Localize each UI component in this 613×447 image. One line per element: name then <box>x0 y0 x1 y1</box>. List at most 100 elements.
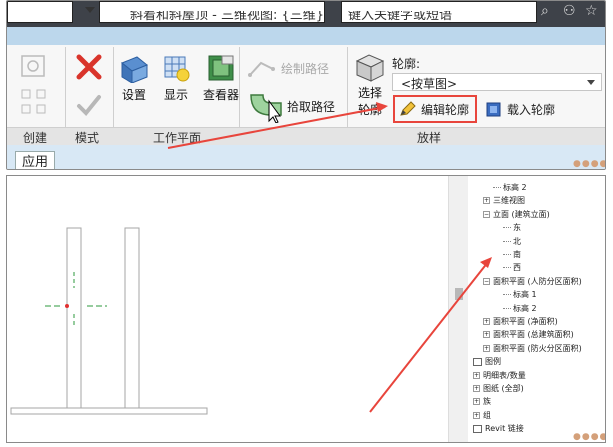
family-icon <box>21 55 45 77</box>
search-input[interactable]: 键入关键字或短语 <box>341 1 537 23</box>
tree-connector <box>503 240 511 242</box>
account-icon[interactable]: ⚇ <box>563 3 576 19</box>
search-placeholder: 键入关键字或短语 <box>348 8 453 23</box>
viewer-label: 查看器 <box>203 88 240 102</box>
select-profile-label-1: 选择 <box>357 86 382 100</box>
chevron-down-icon <box>587 80 595 85</box>
browser-tree-item[interactable]: + 组 <box>473 410 491 421</box>
pick-path-label: 拾取路径 <box>287 99 336 114</box>
browser-tree-item[interactable]: + 图纸 (全部) <box>473 383 524 394</box>
browser-tree-item[interactable]: − 面积平面 (人防分区面积) <box>483 276 582 287</box>
create-component-button[interactable] <box>19 87 49 117</box>
ribbon-panel: 斜着和斜屋顶 - 三维视图: {三维} 键入关键字或短语 ⌕ ⚇ ☆ 设置 显示… <box>6 0 606 170</box>
tree-connector <box>503 254 511 255</box>
profile-dropdown[interactable]: <按草图> <box>392 73 602 91</box>
tree-connector <box>503 267 511 269</box>
show-plane-icon <box>164 56 190 82</box>
browser-tree-item[interactable]: 西 <box>503 262 521 273</box>
browser-tree-label: 族 <box>483 397 491 407</box>
expand-icon[interactable]: + <box>483 318 490 325</box>
ribbon-tab-band <box>7 27 605 45</box>
document-title: 斜着和斜屋顶 - 三维视图: {三维} <box>130 8 325 23</box>
show-workplane-button[interactable]: 显示 <box>161 53 191 103</box>
profile-label: 轮廓: <box>392 57 421 71</box>
browser-tree-label: 西 <box>513 263 521 273</box>
pick-path-icon <box>250 94 282 123</box>
finish-edit-mode-button[interactable] <box>75 91 103 119</box>
tree-connector <box>493 187 501 188</box>
browser-tree-item[interactable]: + 面积平面 (防火分区面积) <box>483 343 582 354</box>
browser-tree-label: 面积平面 (人防分区面积) <box>493 276 582 286</box>
browser-tree-item[interactable]: − 立面 (建筑立面) <box>483 209 550 220</box>
edit-profile-button[interactable]: 编辑轮廓 <box>399 100 469 118</box>
pencil-icon <box>400 101 416 116</box>
document-title-box: 斜着和斜屋顶 - 三维视图: {三维} <box>99 1 325 23</box>
browser-tree-label: 北 <box>513 236 521 246</box>
browser-tree-label: 南 <box>513 250 521 259</box>
group-create-label: 创建 <box>23 131 48 145</box>
browser-tree-item[interactable]: 图例 <box>473 356 501 367</box>
show-label: 显示 <box>163 88 188 102</box>
drawing-canvas[interactable] <box>7 176 447 442</box>
browser-tree-item[interactable]: Revit 链接 <box>473 423 524 434</box>
expand-icon[interactable]: + <box>473 371 480 379</box>
expand-icon[interactable]: + <box>473 385 480 392</box>
browser-tree-item[interactable]: 东 <box>503 222 521 233</box>
expand-icon[interactable]: + <box>473 398 480 406</box>
title-bar: 斜着和斜屋顶 - 三维视图: {三维} 键入关键字或短语 ⌕ ⚇ ☆ <box>7 1 605 27</box>
scrollbar-thumb[interactable] <box>455 288 463 300</box>
viewer-icon <box>208 55 234 81</box>
checkmark-icon <box>77 95 101 116</box>
pick-path-button[interactable]: 拾取路径 <box>247 89 335 123</box>
favorite-icon[interactable]: ☆ <box>585 3 598 19</box>
set-workplane-button[interactable]: 设置 <box>119 53 149 103</box>
browser-tree-item[interactable]: 标高 1 <box>503 289 537 300</box>
load-profile-button[interactable]: 载入轮廓 <box>485 100 555 118</box>
expand-icon[interactable]: + <box>473 411 480 419</box>
expand-icon[interactable]: + <box>483 344 490 352</box>
browser-tree-item[interactable]: + 面积平面 (净面积) <box>483 316 558 327</box>
quick-access-box[interactable] <box>7 1 73 23</box>
drag-dots-icon: ●●●● <box>573 159 606 169</box>
draw-path-label: 绘制路径 <box>281 61 330 76</box>
set-label: 设置 <box>121 88 146 102</box>
collapse-icon[interactable]: − <box>483 210 490 218</box>
apply-tab[interactable]: 应用 <box>15 151 55 169</box>
browser-tree-item[interactable]: + 三维视图 <box>483 195 525 206</box>
elevation-drawing <box>10 227 208 415</box>
draw-path-button[interactable]: 绘制路径 <box>247 57 329 79</box>
tree-connector <box>503 227 511 229</box>
browser-tree-item[interactable]: + 明细表/数量 <box>473 370 526 381</box>
browser-tree-label: 标高 2 <box>513 303 537 313</box>
browser-tree-item[interactable]: 北 <box>503 236 521 247</box>
drag-dots-icon: ●●●● <box>573 432 606 442</box>
create-family-button[interactable] <box>19 51 49 81</box>
tree-connector <box>503 294 511 296</box>
browser-tree-item[interactable]: + 族 <box>473 396 491 407</box>
project-browser: 标高 2 + 三维视图 − 立面 (建筑立面) 东北南西 − 面积平面 (人防分区面积) 标高 … <box>469 176 605 442</box>
profile-box-icon <box>355 54 385 82</box>
grid-plane-icon <box>121 56 148 83</box>
select-profile-button[interactable]: 选择 轮廓 <box>353 51 387 118</box>
load-profile-label: 载入轮廓 <box>507 102 556 117</box>
load-family-icon <box>486 102 501 117</box>
quick-access-dropdown-icon[interactable] <box>85 7 95 13</box>
browser-tree-label: 立面 (建筑立面) <box>493 209 550 219</box>
browser-tree-item[interactable]: + 面积平面 (总建筑面积) <box>483 329 574 340</box>
group-sweep-label: 放样 <box>417 131 442 145</box>
browser-tree-item[interactable]: 标高 2 <box>503 303 537 314</box>
browser-tree-label: 三维视图 <box>493 196 525 206</box>
browser-tree-item[interactable]: 标高 2 <box>493 182 527 193</box>
collapse-icon[interactable]: − <box>483 277 490 285</box>
group-workplane-label: 工作平面 <box>153 131 202 145</box>
browser-tree-item[interactable]: 南 <box>503 249 521 260</box>
binoculars-icon[interactable]: ⌕ <box>541 3 549 19</box>
workspace-panel: 标高 2 + 三维视图 − 立面 (建筑立面) 东北南西 − 面积平面 (人防分区面积) 标高 … <box>6 175 606 443</box>
component-icon <box>21 89 46 114</box>
expand-icon[interactable]: + <box>483 197 490 205</box>
cancel-edit-mode-button[interactable] <box>75 53 103 81</box>
viewer-button[interactable]: 查看器 <box>203 53 239 103</box>
expand-icon[interactable]: + <box>483 331 490 339</box>
browser-scrollbar[interactable] <box>448 176 468 442</box>
browser-tree-label: Revit 链接 <box>485 424 524 434</box>
